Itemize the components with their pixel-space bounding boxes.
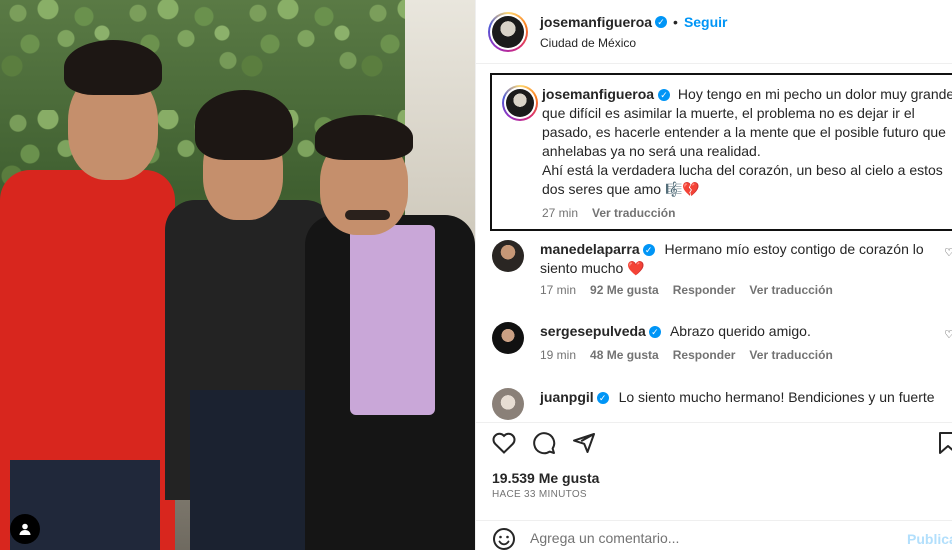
- follow-button[interactable]: Seguir: [684, 14, 728, 30]
- verified-badge-icon: ✓: [642, 244, 655, 257]
- post-caption: josemanfigueroa ✓ Hoy tengo en mi pecho u…: [490, 73, 952, 231]
- caption-text: josemanfigueroa ✓ Hoy tengo en mi pecho u…: [542, 85, 952, 199]
- comment-like-heart-icon[interactable]: ♡: [944, 328, 952, 341]
- comment-like-count[interactable]: 48 Me gusta: [590, 348, 659, 362]
- heart-icon[interactable]: [490, 429, 518, 457]
- post-header: josemanfigueroa ✓ • Seguir Ciudad de Méx…: [476, 0, 952, 64]
- publish-button[interactable]: Publicar: [907, 531, 952, 547]
- author-username[interactable]: josemanfigueroa: [540, 14, 652, 30]
- post-time-ago[interactable]: HACE 33 MINUTOS: [492, 489, 587, 500]
- comment-item: juanpgil ✓ Lo siento mucho hermano! Bendi…: [490, 388, 952, 422]
- commenter-username[interactable]: sergesepulveda: [540, 323, 646, 339]
- comment-item: sergesepulveda ✓ Abrazo querido amigo. 19…: [490, 322, 952, 372]
- caption-body-2: Ahí está la verdadera lucha del corazón,…: [542, 162, 943, 197]
- comment-body: Abrazo querido amigo.: [669, 323, 811, 339]
- comment-body: Lo siento mucho hermano! Bendiciones y u…: [618, 389, 935, 405]
- caption-author-username[interactable]: josemanfigueroa: [542, 86, 654, 102]
- verified-badge-icon: ✓: [658, 89, 671, 102]
- comment-input[interactable]: [530, 527, 890, 549]
- comment-icon[interactable]: [530, 429, 558, 457]
- comment-timestamp[interactable]: 17 min: [540, 283, 576, 297]
- post-photo[interactable]: [0, 0, 475, 550]
- comment-translate-button[interactable]: Ver traducción: [749, 283, 832, 297]
- comment-text: sergesepulveda ✓ Abrazo querido amigo.: [540, 322, 952, 341]
- comment-reply-button[interactable]: Responder: [673, 283, 736, 297]
- comment-meta: 19 min 48 Me gusta Responder Ver traducc…: [540, 348, 833, 362]
- tagged-users-icon[interactable]: [10, 514, 40, 544]
- verified-badge-icon: ✓: [648, 326, 661, 339]
- caption-timestamp[interactable]: 27 min: [542, 206, 578, 220]
- photo-person-right: [305, 115, 475, 550]
- commenter-avatar[interactable]: [492, 322, 524, 354]
- comment-reply-button[interactable]: Responder: [673, 348, 736, 362]
- post-location[interactable]: Ciudad de México: [540, 36, 636, 50]
- separator-dot: •: [673, 14, 678, 30]
- comment-item: manedelaparra ✓ Hermano mío estoy contigo…: [490, 240, 952, 300]
- commenter-username[interactable]: manedelaparra: [540, 241, 640, 257]
- commenter-username[interactable]: juanpgil: [540, 389, 594, 405]
- comment-translate-button[interactable]: Ver traducción: [749, 348, 832, 362]
- bookmark-icon[interactable]: [934, 429, 952, 457]
- comment-timestamp[interactable]: 19 min: [540, 348, 576, 362]
- comment-text: manedelaparra ✓ Hermano mío estoy contigo…: [540, 240, 952, 278]
- commenter-avatar[interactable]: [492, 388, 524, 420]
- caption-meta: 27 min Ver traducción: [542, 206, 952, 220]
- likes-count[interactable]: 19.539 Me gusta: [492, 470, 599, 486]
- comment-like-count[interactable]: 92 Me gusta: [590, 283, 659, 297]
- commenter-avatar[interactable]: [492, 240, 524, 272]
- comment-meta: 17 min 92 Me gusta Responder Ver traducc…: [540, 283, 833, 297]
- post-actions: [476, 422, 952, 462]
- verified-badge-icon: ✓: [596, 392, 609, 405]
- comment-like-heart-icon[interactable]: ♡: [944, 246, 952, 259]
- photo-person-left: [0, 40, 190, 550]
- caption-author-avatar[interactable]: [502, 85, 538, 121]
- author-name-row: josemanfigueroa ✓ • Seguir: [540, 14, 728, 30]
- comment-text: juanpgil ✓ Lo siento mucho hermano! Bendi…: [540, 388, 952, 407]
- share-icon[interactable]: [570, 429, 598, 457]
- author-avatar[interactable]: [488, 12, 528, 52]
- post-details-panel: josemanfigueroa ✓ • Seguir Ciudad de Méx…: [475, 0, 952, 550]
- comment-composer: Publicar: [476, 520, 952, 550]
- verified-badge-icon: ✓: [655, 16, 668, 28]
- caption-translate-button[interactable]: Ver traducción: [592, 206, 675, 220]
- emoji-icon[interactable]: [492, 527, 516, 550]
